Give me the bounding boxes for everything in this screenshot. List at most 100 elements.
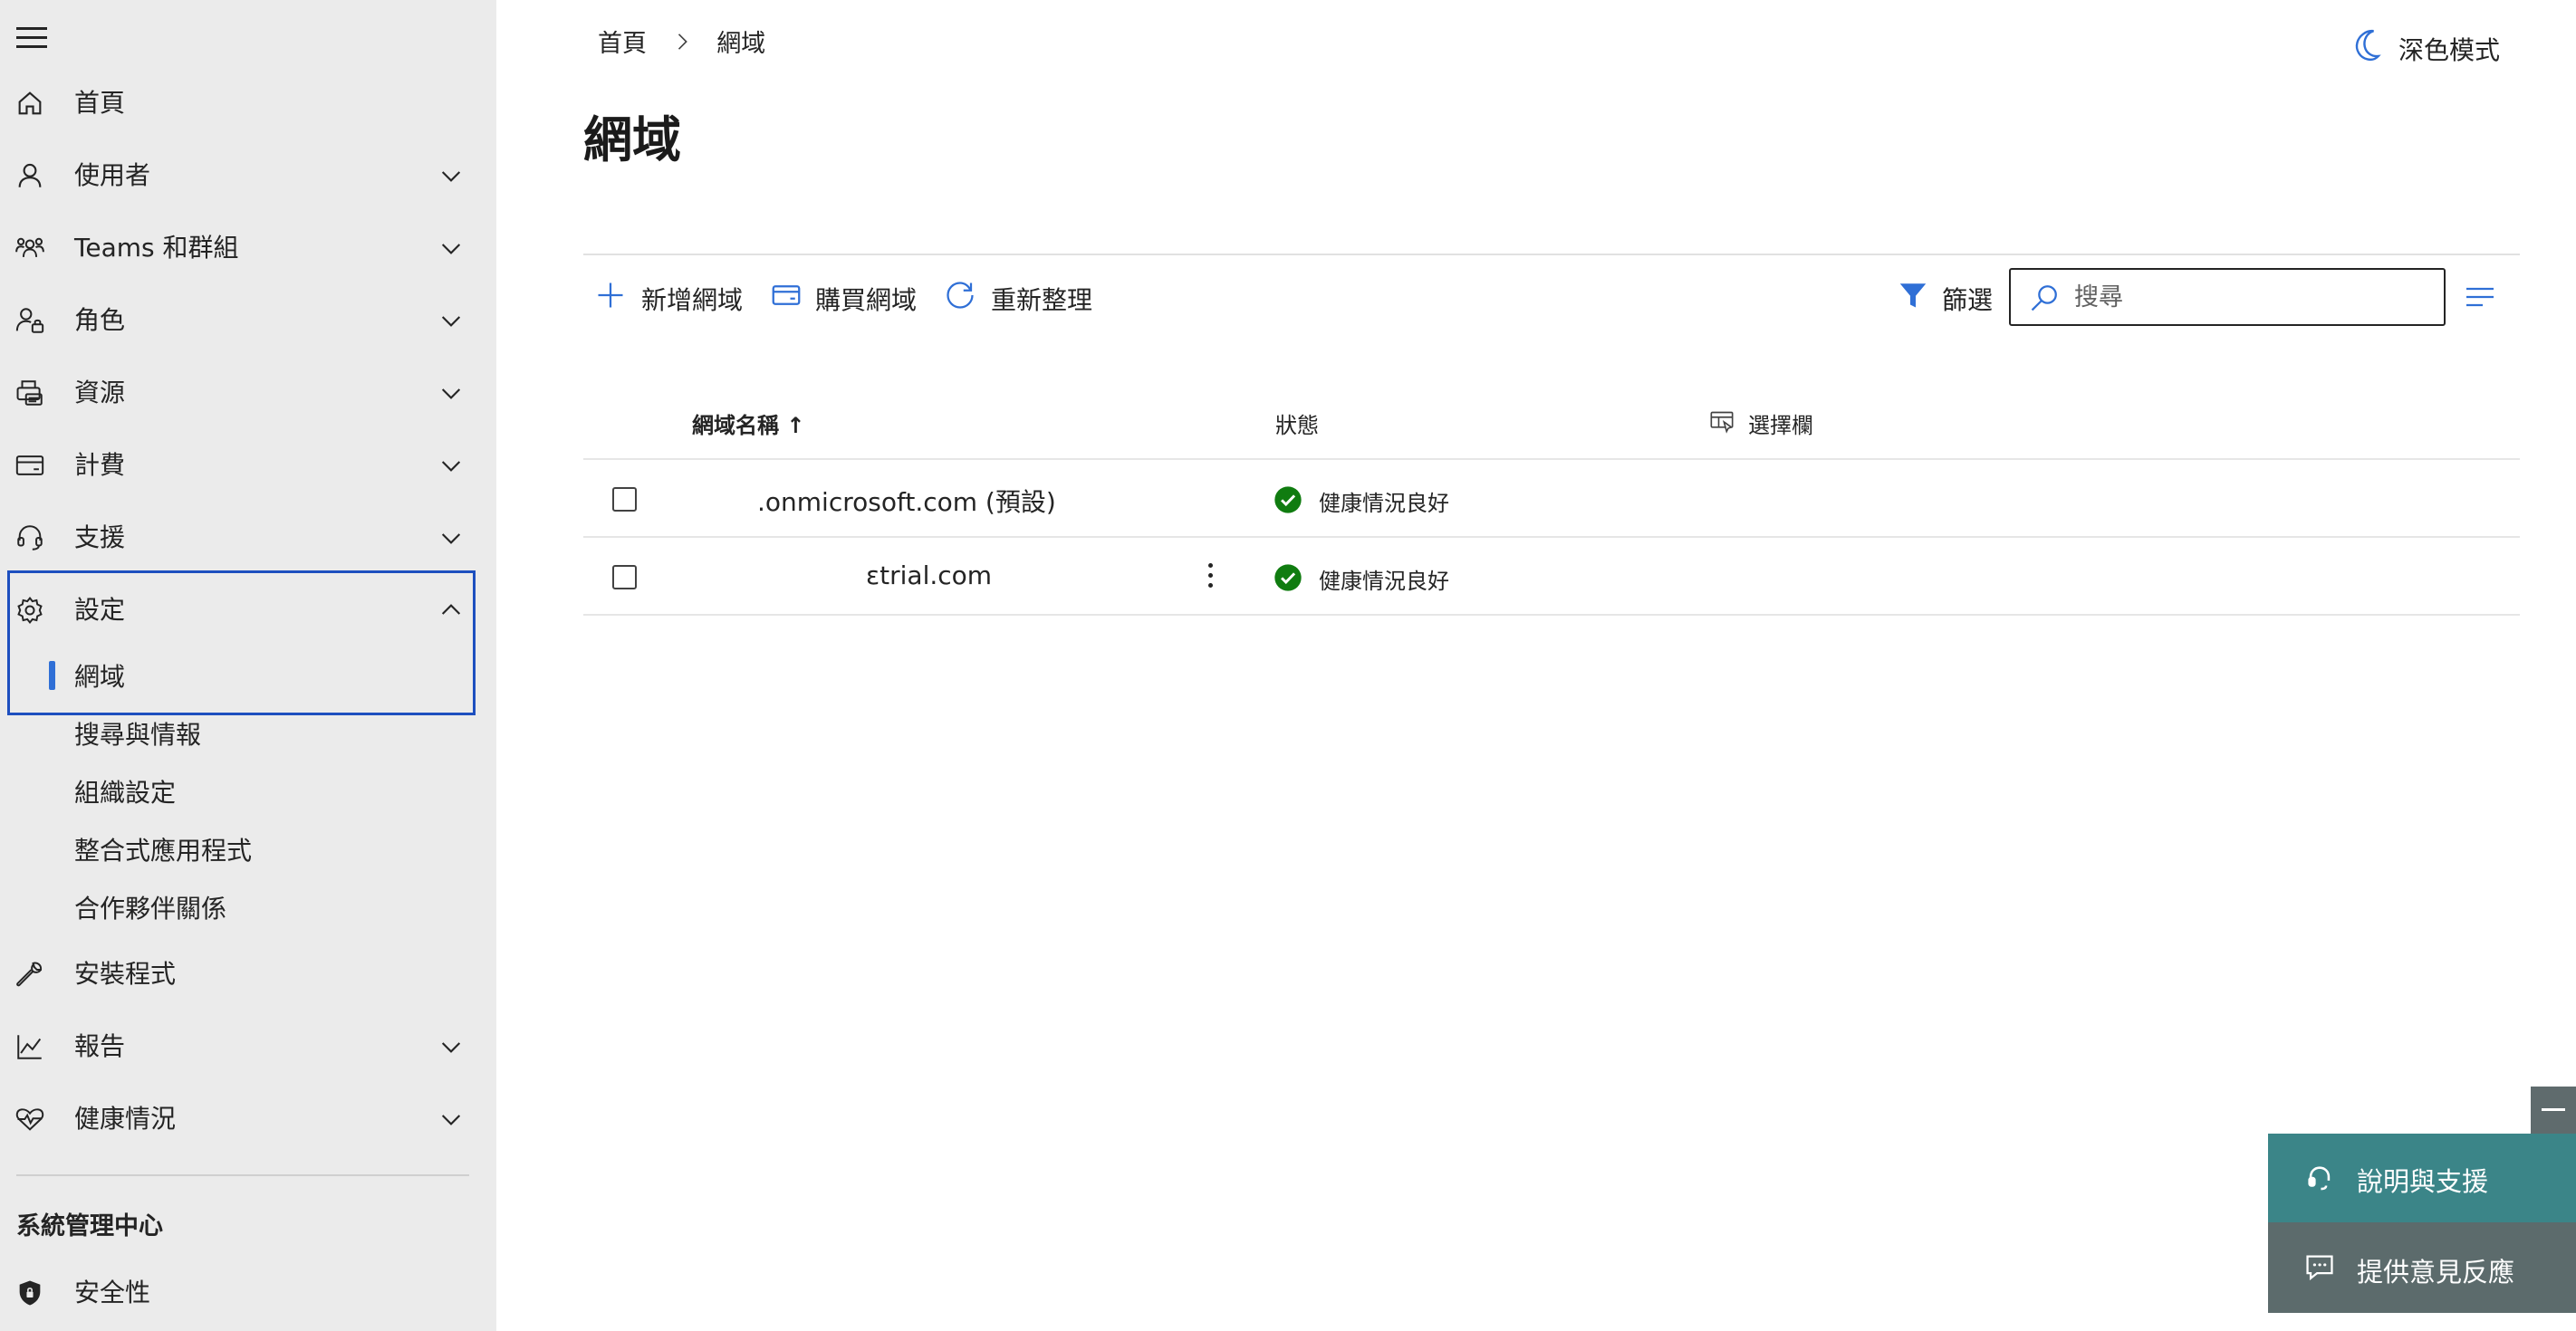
sidebar-item-teams-groups[interactable]: Teams 和群組: [0, 221, 496, 275]
chevron-up-icon: [437, 596, 466, 625]
sidebar-subitem-search-intelligence[interactable]: 搜尋與情報: [0, 712, 496, 759]
sidebar-item-label: 使用者: [74, 160, 151, 190]
sidebar-item-label: 安全性: [74, 1278, 151, 1307]
selected-indicator: [49, 661, 55, 690]
domain-name-link[interactable]: ɛtrial.com: [866, 560, 992, 590]
refresh-icon: [944, 279, 976, 311]
check-circle-icon: [1274, 563, 1302, 592]
plus-icon: [594, 279, 627, 311]
chat-feedback-icon: [2304, 1251, 2335, 1282]
hamburger-menu-icon[interactable]: [16, 27, 47, 49]
wrench-icon: [14, 959, 45, 990]
chevron-down-icon: [437, 523, 466, 552]
add-domain-button[interactable]: 新增網域: [594, 273, 748, 317]
chevron-down-icon: [437, 1032, 466, 1061]
page-title: 網域: [583, 111, 681, 168]
sidebar-subitem-label: 網域: [74, 662, 126, 692]
buy-domain-button[interactable]: 購買網域: [770, 273, 924, 317]
sidebar-subitem-label: 整合式應用程式: [74, 836, 253, 866]
help-support-label: 說明與支援: [2357, 1166, 2489, 1197]
shield-icon: [14, 1278, 45, 1308]
domain-name-link[interactable]: .onmicrosoft.com (預設): [757, 483, 1056, 519]
sidebar-item-label: Teams 和群組: [74, 233, 239, 263]
sidebar-section-title: 系統管理中心: [16, 1212, 163, 1240]
gear-icon: [14, 595, 45, 626]
breadcrumb-home-link[interactable]: 首頁: [598, 24, 647, 59]
sidebar-item-reports[interactable]: 報告: [0, 1020, 496, 1074]
person-key-icon: [14, 305, 45, 336]
sidebar-item-setup[interactable]: 安裝程式: [0, 947, 496, 1001]
search-box[interactable]: [2009, 268, 2446, 326]
breadcrumb: 首頁 網域: [598, 24, 765, 59]
sidebar-item-label: 角色: [74, 305, 126, 335]
more-options-icon[interactable]: [1199, 558, 1221, 594]
sidebar-item-label: 支援: [74, 522, 126, 552]
moon-icon: [2353, 27, 2386, 63]
table-row[interactable]: .onmicrosoft.com (預設) 健康情況良好: [583, 460, 2520, 536]
feedback-button[interactable]: 提供意見反應: [2268, 1222, 2576, 1313]
sidebar-item-label: 健康情況: [74, 1104, 177, 1134]
column-header-domain-name[interactable]: 網域名稱 ↑: [692, 407, 804, 439]
status-text: 健康情況良好: [1319, 569, 1449, 594]
table-row[interactable]: ɛtrial.com 健康情況良好: [583, 538, 2520, 614]
refresh-button[interactable]: 重新整理: [944, 273, 1107, 317]
view-options-icon[interactable]: [2464, 281, 2496, 313]
chevron-down-icon: [437, 1105, 466, 1134]
row-checkbox[interactable]: [612, 565, 637, 589]
sidebar-item-label: 首頁: [74, 88, 126, 118]
sidebar-subitem-org-settings[interactable]: 組織設定: [0, 770, 496, 817]
headset-icon: [14, 522, 45, 553]
add-domain-label: 新增網域: [641, 285, 744, 315]
status-text: 健康情況良好: [1319, 491, 1449, 516]
search-icon: [2029, 282, 2060, 313]
feedback-label: 提供意見反應: [2357, 1257, 2515, 1288]
filter-icon: [1897, 279, 1929, 311]
people-team-icon: [14, 233, 45, 263]
sidebar-subitem-label: 合作夥伴關係: [74, 894, 227, 924]
sidebar-divider: [16, 1174, 469, 1176]
headset-icon: [2304, 1163, 2335, 1193]
sidebar-item-users[interactable]: 使用者: [0, 148, 496, 203]
sidebar-item-label: 設定: [74, 595, 126, 625]
chevron-down-icon: [437, 451, 466, 480]
filter-label: 篩選: [1942, 285, 1994, 315]
sidebar-item-label: 報告: [74, 1031, 126, 1061]
chevron-down-icon: [437, 161, 466, 190]
column-options-icon: [1708, 409, 1735, 435]
filter-button[interactable]: 篩選: [1897, 273, 1998, 317]
credit-card-icon: [14, 450, 45, 481]
buy-domain-label: 購買網域: [815, 285, 918, 315]
sidebar-item-home[interactable]: 首頁: [0, 76, 496, 130]
sidebar-subitem-domains[interactable]: 網域: [0, 654, 496, 701]
sidebar-item-health[interactable]: 健康情況: [0, 1092, 496, 1146]
sidebar-item-resources[interactable]: 資源: [0, 366, 496, 420]
home-icon: [14, 88, 45, 119]
help-support-button[interactable]: 說明與支援: [2268, 1134, 2576, 1222]
column-header-status[interactable]: 狀態: [1275, 407, 1319, 439]
sidebar-subitem-integrated-apps[interactable]: 整合式應用程式: [0, 828, 496, 875]
check-circle-icon: [1274, 485, 1302, 514]
sidebar: 首頁 使用者 Teams 和群組 角色 資源 計費 支援 設定 網域 搜尋與情報…: [0, 0, 496, 1331]
wallet-icon: [770, 279, 803, 311]
chevron-down-icon: [437, 234, 466, 263]
sidebar-item-billing[interactable]: 計費: [0, 438, 496, 493]
printer-icon: [14, 378, 45, 408]
row-checkbox[interactable]: [612, 487, 637, 512]
user-icon: [14, 160, 45, 191]
sidebar-subitem-label: 搜尋與情報: [74, 720, 202, 750]
sidebar-item-support[interactable]: 支援: [0, 511, 496, 565]
sidebar-item-settings[interactable]: 設定: [0, 583, 496, 637]
search-input[interactable]: [2074, 279, 2427, 315]
sidebar-item-security[interactable]: 安全性: [0, 1266, 496, 1320]
chevron-right-icon: [669, 29, 695, 54]
breadcrumb-current: 網域: [716, 30, 766, 58]
sidebar-item-label: 安裝程式: [74, 959, 177, 989]
line-chart-icon: [14, 1031, 45, 1062]
sidebar-item-label: 計費: [74, 450, 126, 480]
dark-mode-label: 深色模式: [2398, 35, 2501, 65]
sidebar-subitem-label: 組織設定: [74, 778, 177, 808]
sidebar-item-roles[interactable]: 角色: [0, 293, 496, 348]
minimize-button[interactable]: [2531, 1087, 2576, 1134]
chevron-down-icon: [437, 378, 466, 407]
sidebar-subitem-partner-relationships[interactable]: 合作夥伴關係: [0, 886, 496, 933]
